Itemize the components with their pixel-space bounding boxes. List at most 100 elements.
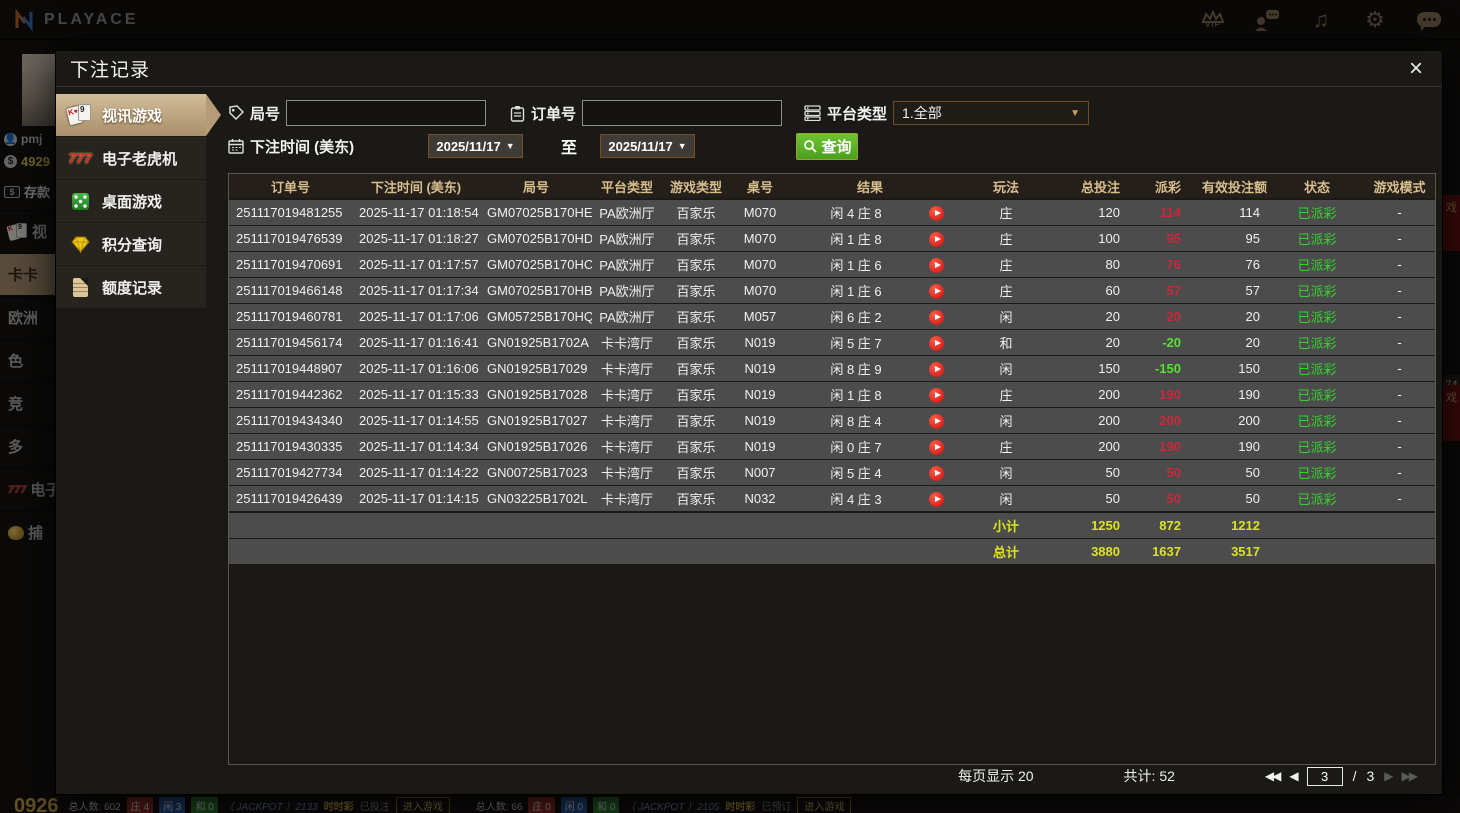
cell-platform: PA欧洲厅 xyxy=(599,310,655,325)
cell-play_type: 庄 xyxy=(999,284,1013,299)
cell-result: 闲 5 庄 7 xyxy=(830,336,882,351)
cell-total_bet: 200 xyxy=(1098,387,1120,402)
replay-button[interactable] xyxy=(928,309,944,325)
cell-mode: - xyxy=(1397,257,1402,272)
filter-row-2: 下注时间 (美东) 2025/11/17 ▼ 至 2025/11/17 ▼ 查询 xyxy=(228,132,1434,160)
search-icon xyxy=(803,139,817,153)
cell-status: 已派彩 xyxy=(1297,310,1337,325)
cell-round: GN01925B17027 xyxy=(487,413,588,428)
replay-button[interactable] xyxy=(928,491,944,507)
platform-list-icon xyxy=(804,105,821,121)
cell-valid_bet: 20 xyxy=(1245,335,1260,350)
replay-button[interactable] xyxy=(928,361,944,377)
cell-table_no: N019 xyxy=(744,361,776,376)
sidebar-item-slots[interactable]: 777 电子老虎机 xyxy=(56,137,206,179)
bet-records-table: 订单号 下注时间 (美东) 局号 平台类型 游戏类型 桌号 结果 玩法 总投注 … xyxy=(228,173,1436,765)
table-games-icon xyxy=(66,189,94,213)
total-row: 总计 3880 1637 3517 xyxy=(229,539,1435,564)
cell-play_type: 和 xyxy=(999,336,1013,351)
page-total-label: 3 xyxy=(1366,768,1375,784)
replay-button[interactable] xyxy=(928,335,944,351)
cell-time: 2025-11-17 01:14:34 xyxy=(359,439,479,454)
cell-table_no: N032 xyxy=(744,491,776,506)
sidebar-item-video-games[interactable]: K♥ 9 视讯游戏 xyxy=(56,94,221,136)
cell-game: 百家乐 xyxy=(676,466,716,481)
query-button[interactable]: 查询 xyxy=(796,132,859,160)
cell-result: 闲 0 庄 7 xyxy=(830,440,882,455)
table-header-row: 订单号 下注时间 (美东) 局号 平台类型 游戏类型 桌号 结果 玩法 总投注 … xyxy=(229,174,1435,198)
col-status: 状态 xyxy=(1303,179,1330,195)
cell-time: 2025-11-17 01:14:22 xyxy=(359,465,479,480)
replay-cell xyxy=(922,334,950,351)
table-row: 251117019434340 2025-11-17 01:14:55 GN0192… xyxy=(229,408,1435,433)
cell-result: 闲 4 庄 3 xyxy=(830,492,882,507)
table-row: 251117019442362 2025-11-17 01:15:33 GN0192… xyxy=(229,382,1435,407)
cell-payout: 190 xyxy=(1159,439,1181,454)
table-row: 251117019460781 2025-11-17 01:17:06 GM0572… xyxy=(229,304,1435,329)
cell-status: 已派彩 xyxy=(1297,466,1337,481)
cell-mode: - xyxy=(1397,335,1402,350)
cell-order: 251117019470691 xyxy=(236,257,343,272)
total-valid-bet: 3517 xyxy=(1231,544,1260,559)
table-row: 251117019466148 2025-11-17 01:17:34 GM0702… xyxy=(229,278,1435,303)
order-number-input[interactable] xyxy=(582,100,783,126)
date-to-select[interactable]: 2025/11/17 ▼ xyxy=(600,134,696,158)
last-page-icon[interactable]: ▶▶ xyxy=(1402,769,1419,783)
cell-play_type: 闲 xyxy=(999,466,1013,481)
table-row: 251117019448907 2025-11-17 01:16:06 GN0192… xyxy=(229,356,1435,381)
cell-table_no: N007 xyxy=(744,465,776,480)
round-number-input[interactable] xyxy=(286,100,487,126)
cell-mode: - xyxy=(1397,231,1402,246)
cell-order: 251117019476539 xyxy=(236,231,343,246)
slot-777-icon: 777 xyxy=(68,150,92,166)
sidebar-item-points-query[interactable]: 积分查询 xyxy=(56,223,206,265)
next-page-icon[interactable]: ▶ xyxy=(1384,769,1393,783)
replay-button[interactable] xyxy=(928,439,944,455)
cell-total_bet: 200 xyxy=(1098,439,1120,454)
cell-total_bet: 20 xyxy=(1105,309,1120,324)
replay-cell xyxy=(922,386,950,403)
sidebar-item-table-games[interactable]: 桌面游戏 xyxy=(56,180,206,222)
page-number-input[interactable]: 3 xyxy=(1306,766,1343,786)
cell-mode: - xyxy=(1397,387,1402,402)
cell-result: 闲 4 庄 8 xyxy=(830,206,882,221)
cell-time: 2025-11-17 01:18:27 xyxy=(359,231,479,246)
sidebar-item-credit-records[interactable]: 额度记录 xyxy=(56,266,206,308)
replay-cell xyxy=(922,256,950,273)
replay-button[interactable] xyxy=(928,257,944,273)
date-from-select[interactable]: 2025/11/17 ▼ xyxy=(428,134,523,158)
cell-game: 百家乐 xyxy=(676,440,716,455)
close-icon[interactable]: × xyxy=(1404,56,1428,81)
replay-button[interactable] xyxy=(928,465,944,481)
subtotal-label: 小计 xyxy=(992,519,1019,534)
replay-button[interactable] xyxy=(928,283,944,299)
cell-time: 2025-11-17 01:15:33 xyxy=(359,387,479,402)
cell-valid_bet: 20 xyxy=(1245,309,1260,324)
replay-button[interactable] xyxy=(928,205,944,221)
cell-platform: PA欧洲厅 xyxy=(599,258,655,273)
platform-type-select[interactable]: 1.全部 ▼ xyxy=(893,101,1090,125)
first-page-icon[interactable]: ◀◀ xyxy=(1265,769,1282,783)
replay-cell xyxy=(922,204,950,221)
replay-button[interactable] xyxy=(928,413,944,429)
table-body: 251117019481255 2025-11-17 01:18:54 GM0702… xyxy=(229,200,1435,511)
cell-round: GN01925B17026 xyxy=(487,439,588,454)
col-valid-bet: 有效投注额 xyxy=(1201,179,1267,195)
cell-payout: -150 xyxy=(1154,361,1181,376)
replay-button[interactable] xyxy=(928,387,944,403)
cell-platform: PA欧洲厅 xyxy=(599,206,655,221)
cell-valid_bet: 50 xyxy=(1245,465,1260,480)
table-row: 251117019476539 2025-11-17 01:18:27 GM0702… xyxy=(229,226,1435,251)
dialog-content: 局号 订单号 平台类型 1.全部 ▼ 下注时间 (美东) 2025/11/17 … xyxy=(206,87,1442,794)
cell-mode: - xyxy=(1397,205,1402,220)
cell-game: 百家乐 xyxy=(676,492,716,507)
cell-table_no: N019 xyxy=(744,335,776,350)
cell-total_bet: 100 xyxy=(1098,231,1120,246)
cell-game: 百家乐 xyxy=(676,206,716,221)
cell-play_type: 庄 xyxy=(999,232,1013,247)
replay-button[interactable] xyxy=(928,231,944,247)
cell-platform: 卡卡湾厅 xyxy=(600,362,653,377)
cell-order: 251117019430335 xyxy=(236,439,343,454)
cell-order: 251117019456174 xyxy=(236,335,343,350)
prev-page-icon[interactable]: ◀ xyxy=(1289,769,1298,783)
